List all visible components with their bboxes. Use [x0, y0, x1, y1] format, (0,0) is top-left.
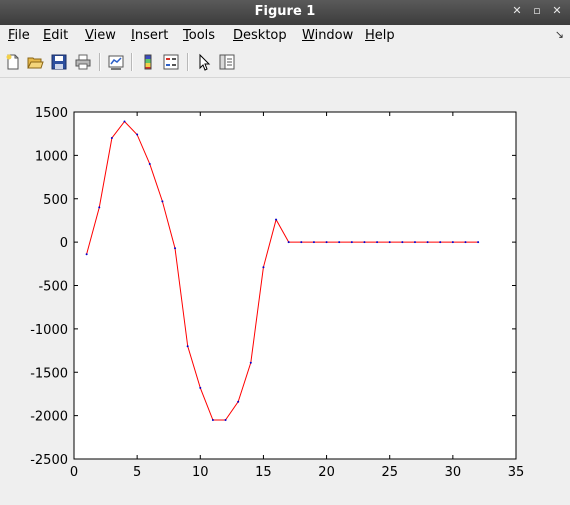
- data-point: [249, 361, 252, 364]
- x-tick-label: 20: [318, 465, 335, 480]
- y-tick-label: -500: [38, 280, 68, 295]
- data-point: [413, 241, 416, 244]
- x-tick-label: 10: [192, 465, 209, 480]
- data-point: [110, 137, 113, 140]
- y-tick-label: 500: [43, 193, 68, 208]
- data-point: [262, 266, 265, 269]
- x-tick-label: 5: [133, 465, 141, 480]
- x-tick-label: 25: [381, 465, 398, 480]
- data-point: [186, 345, 189, 348]
- data-point: [275, 218, 278, 221]
- data-point: [401, 241, 404, 244]
- data-point: [148, 163, 151, 166]
- data-point: [451, 241, 454, 244]
- data-point: [199, 386, 202, 389]
- axes-box[interactable]: [73, 111, 517, 460]
- data-point: [211, 418, 214, 421]
- figure-canvas[interactable]: 0 5 10 15 20 25 30 35 1500 1000 500 0 -500 -1000 -150…: [0, 0, 570, 505]
- data-point: [224, 418, 227, 421]
- data-point: [477, 241, 480, 244]
- y-tick-label: -2000: [30, 410, 68, 425]
- x-tick-label: 35: [508, 465, 525, 480]
- y-tick-label: 0: [60, 236, 68, 251]
- data-point: [350, 241, 353, 244]
- data-point: [426, 241, 429, 244]
- data-point: [300, 241, 303, 244]
- data-point: [136, 133, 139, 136]
- data-point: [388, 241, 391, 244]
- data-point: [439, 241, 442, 244]
- data-point: [287, 241, 290, 244]
- data-point: [174, 247, 177, 250]
- y-tick-label: 1000: [35, 149, 68, 164]
- data-point: [85, 253, 88, 256]
- x-tick-label: 0: [70, 465, 78, 480]
- data-point: [376, 241, 379, 244]
- y-tick-label: -2500: [30, 453, 68, 468]
- data-point: [325, 241, 328, 244]
- data-point: [338, 241, 341, 244]
- y-tick-label: 1500: [35, 106, 68, 121]
- y-tick-label: -1000: [30, 323, 68, 338]
- data-point: [161, 200, 164, 203]
- data-point: [98, 206, 101, 209]
- x-tick-label: 30: [445, 465, 462, 480]
- x-tick-label: 15: [255, 465, 272, 480]
- data-point: [123, 120, 126, 123]
- data-point: [363, 241, 366, 244]
- data-point: [237, 400, 240, 403]
- y-tick-label: -1500: [30, 366, 68, 381]
- data-point: [464, 241, 467, 244]
- data-point: [312, 241, 315, 244]
